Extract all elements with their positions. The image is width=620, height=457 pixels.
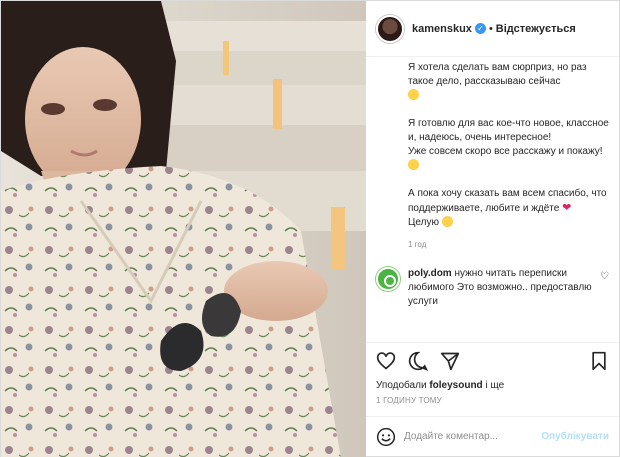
comment-like-icon[interactable]: ♡ (600, 271, 609, 282)
caption-paragraph-2: Я готовлю для вас кое-что новое, классно… (408, 118, 612, 143)
post-sidebar: kamenskux ✓ • Відстежується Я хотела сде… (366, 1, 619, 456)
caption-paragraph-3: Уже совсем скоро все расскажу и покажу! (408, 146, 603, 157)
caption-paragraph-1: Я хотела сделать вам сюрприз, но раз так… (408, 62, 590, 87)
kiss-emoji-icon (441, 216, 453, 227)
bookmark-icon (592, 351, 606, 370)
caption-paragraph-5: Целую (408, 217, 439, 228)
instagram-post: kamenskux ✓ • Відстежується Я хотела сде… (0, 0, 620, 457)
save-button[interactable] (587, 349, 611, 373)
paper-plane-icon (440, 352, 460, 370)
commenter-username[interactable]: poly.dom (408, 268, 452, 279)
likes-user[interactable]: foleysound (429, 380, 482, 391)
following-button[interactable]: Відстежується (496, 23, 576, 35)
likes-prefix: Уподобали (376, 380, 427, 391)
post-caption: Я хотела сделать вам сюрприз, но раз так… (408, 61, 609, 230)
comment-button[interactable] (406, 349, 430, 373)
comments-section[interactable]: Я хотела сделать вам сюрприз, но раз так… (366, 57, 619, 342)
post-header: kamenskux ✓ • Відстежується (366, 1, 619, 57)
header-separator: • (488, 22, 493, 35)
caption-paragraph-4: А пока хочу сказать вам всем спасибо, чт… (408, 188, 610, 214)
emoji-picker-icon[interactable] (376, 427, 396, 447)
comment-item: poly.dom нужно читать переписки любимого… (376, 267, 609, 309)
caption-age[interactable]: 1 год (408, 240, 609, 249)
publish-button[interactable]: Опублікувати (541, 431, 609, 442)
red-heart-icon: ❤ (562, 202, 572, 214)
post-actions (366, 342, 619, 378)
grinning-emoji-icon (408, 89, 419, 100)
author-username[interactable]: kamenskux (412, 23, 472, 35)
likes-summary: Уподобали foleysound і ще (366, 378, 619, 394)
share-button[interactable] (438, 349, 462, 373)
add-comment-bar: Опублікувати (366, 416, 619, 456)
comment-input[interactable] (404, 431, 542, 442)
post-photo[interactable] (1, 1, 366, 457)
post-timestamp[interactable]: 1 ГОДИНУ ТОМУ (366, 394, 619, 416)
speech-bubble-icon (408, 351, 428, 371)
likes-suffix[interactable]: і ще (485, 380, 504, 391)
author-avatar[interactable] (376, 14, 404, 43)
smiling-emoji-icon (408, 159, 419, 170)
heart-outline-icon (376, 351, 396, 370)
like-button[interactable] (374, 349, 398, 373)
commenter-avatar[interactable] (376, 267, 400, 291)
comment-body: poly.dom нужно читать переписки любимого… (408, 267, 598, 309)
photo-illustration (1, 1, 366, 457)
verified-check-icon: ✓ (474, 23, 486, 34)
